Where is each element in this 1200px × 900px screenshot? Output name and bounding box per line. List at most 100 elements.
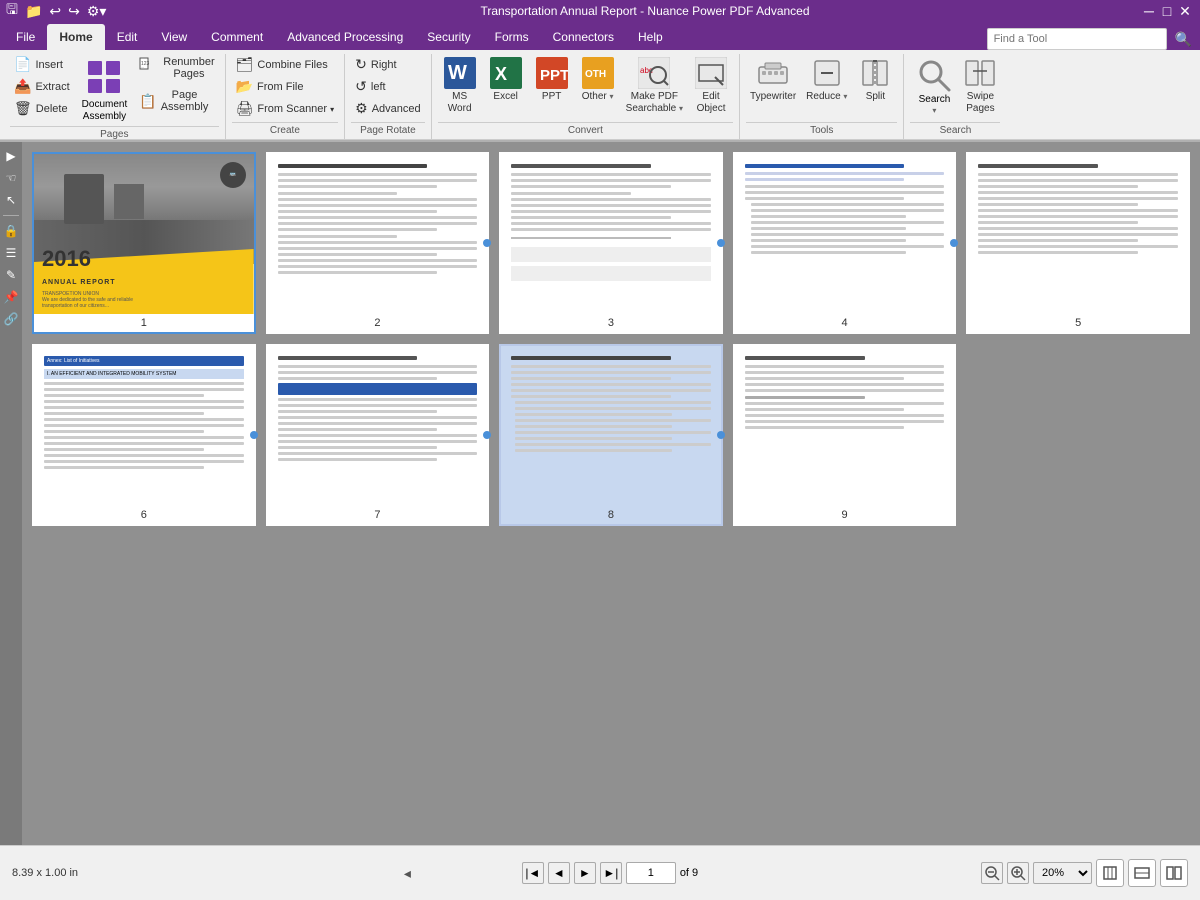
excel-button[interactable]: X Excel <box>484 54 528 106</box>
ms-word-button[interactable]: W MSWord <box>438 54 482 118</box>
excel-icon: X <box>490 57 522 89</box>
tab-security[interactable]: Security <box>415 24 482 50</box>
search-group-label: Search <box>910 122 1000 139</box>
tab-help[interactable]: Help <box>626 24 675 50</box>
main-content-area: 2016 ANNUAL REPORT TRANSPOETION UNIONWe … <box>22 142 1200 845</box>
page-thumb-1[interactable]: 2016 ANNUAL REPORT TRANSPOETION UNIONWe … <box>32 152 256 334</box>
page-navigation: |◄ ◄ ► ►| of 9 <box>417 862 802 884</box>
two-pages-button[interactable] <box>1160 859 1188 887</box>
page-assembly-button[interactable]: 📋 PageAssembly <box>135 87 218 115</box>
split-icon <box>859 57 891 89</box>
minimize-btn[interactable]: ─ <box>1142 4 1156 18</box>
left-tool-hand[interactable]: ☜ <box>1 168 21 188</box>
page-9-visual <box>735 346 955 506</box>
tab-file[interactable]: File <box>4 24 47 50</box>
scanner-icon: 🖨 <box>236 100 254 117</box>
page-thumb-8[interactable]: 8 <box>499 344 723 526</box>
split-button[interactable]: Split <box>853 54 897 106</box>
pages-grid: 2016 ANNUAL REPORT TRANSPOETION UNIONWe … <box>32 152 1190 526</box>
fit-width-button[interactable] <box>1128 859 1156 887</box>
reduce-button[interactable]: Reduce ▾ <box>802 54 851 106</box>
left-tool-link[interactable]: 🔗 <box>1 309 21 329</box>
page-thumb-4[interactable]: 4 <box>733 152 957 334</box>
tab-forms[interactable]: Forms <box>483 24 541 50</box>
ribbon-tabs: File Home Edit View Comment Advanced Pro… <box>0 22 1200 50</box>
from-file-button[interactable]: 📂 From File <box>232 76 339 97</box>
tab-home[interactable]: Home <box>47 24 104 50</box>
left-tool-pin[interactable]: 📌 <box>1 287 21 307</box>
tab-view[interactable]: View <box>149 24 199 50</box>
rotate-left-button[interactable]: ↺ left <box>351 76 425 97</box>
insert-button[interactable]: 📄 Insert <box>10 54 74 75</box>
page-thumb-5[interactable]: 5 <box>966 152 1190 334</box>
page-2-visual <box>268 154 488 314</box>
rotate-advanced-button[interactable]: ⚙ Advanced <box>351 98 425 119</box>
svg-text:PPT: PPT <box>540 67 568 84</box>
ppt-icon: PPT <box>536 57 568 89</box>
undo-icon[interactable]: ↩ <box>47 2 63 21</box>
search-button[interactable]: Search ▾ <box>910 54 958 118</box>
typewriter-button[interactable]: Typewriter <box>746 54 800 106</box>
renumber-pages-button[interactable]: 123 — RenumberPages <box>135 54 218 82</box>
search-icon <box>916 57 952 93</box>
page-number-input[interactable] <box>626 862 676 884</box>
zoom-dropdown[interactable]: 10% 15% 20% 25% 50% 75% 100% <box>1033 862 1092 884</box>
zoom-in-icon <box>1010 865 1026 881</box>
open-icon[interactable]: 📁 <box>23 2 44 21</box>
swipe-pages-button[interactable]: SwipePages <box>960 54 1000 118</box>
tab-connectors[interactable]: Connectors <box>541 24 626 50</box>
save-icon[interactable]: 🖫 <box>4 0 20 24</box>
edit-object-button[interactable]: EditObject <box>689 54 733 118</box>
doc-assembly-button[interactable]: DocumentAssembly <box>76 54 134 126</box>
maximize-btn[interactable]: □ <box>1160 4 1174 18</box>
page-thumb-9[interactable]: 9 <box>733 344 957 526</box>
page-8-content <box>501 346 721 506</box>
tab-edit[interactable]: Edit <box>105 24 150 50</box>
left-tool-pen[interactable]: ✎ <box>1 265 21 285</box>
page-3-content <box>501 154 721 314</box>
left-tool-select[interactable]: ↖ <box>1 190 21 210</box>
page-thumb-7[interactable]: 7 <box>266 344 490 526</box>
cover-year: 2016 <box>42 246 91 272</box>
find-tool-input[interactable] <box>987 28 1167 50</box>
customize-icon[interactable]: ⚙▾ <box>85 2 109 21</box>
svg-text:X: X <box>495 64 507 84</box>
page-thumb-6[interactable]: Annex: List of Initiatives I. AN EFFICIE… <box>32 344 256 526</box>
cover-badge: 🚌 <box>220 162 246 188</box>
ribbon-group-page-rotate: ↻ Right ↺ left ⚙ Advanced Page Rotate <box>345 54 432 139</box>
close-btn[interactable]: ✕ <box>1178 4 1192 18</box>
page-thumb-3[interactable]: 3 <box>499 152 723 334</box>
left-tool-lock[interactable]: 🔒 <box>1 221 21 241</box>
redo-icon[interactable]: ↪ <box>66 2 82 21</box>
extract-button[interactable]: 📤 Extract <box>10 76 74 97</box>
tab-advanced[interactable]: Advanced Processing <box>275 24 415 50</box>
page-5-visual <box>968 154 1188 314</box>
ribbon-group-search: Search ▾ SwipePages Search <box>904 54 1006 139</box>
fit-page-button[interactable] <box>1096 859 1124 887</box>
delete-button[interactable]: 🗑 Delete <box>10 98 74 119</box>
page-5-number: 5 <box>968 314 1188 332</box>
page-4-number: 4 <box>735 314 955 332</box>
page-thumb-2[interactable]: 2 <box>266 152 490 334</box>
make-pdf-searchable-button[interactable]: abc Make PDFSearchable ▾ <box>622 54 687 118</box>
window-controls[interactable]: ─ □ ✕ <box>1142 4 1192 18</box>
convert-group-label: Convert <box>438 122 733 139</box>
rotate-right-button[interactable]: ↻ Right <box>351 54 425 75</box>
left-tool-arrow[interactable]: ▶ <box>1 146 21 166</box>
left-tool-menu[interactable]: ☰ <box>1 243 21 263</box>
tab-comment[interactable]: Comment <box>199 24 275 50</box>
ppt-button[interactable]: PPT PPT <box>530 54 574 106</box>
other-button[interactable]: OTH Other ▾ <box>576 54 620 106</box>
last-page-button[interactable]: ►| <box>600 862 622 884</box>
zoom-out-icon <box>984 865 1000 881</box>
ribbon-group-create: 🗂 Combine Files 📂 From File 🖨 From Scann… <box>226 54 346 139</box>
zoom-out-button[interactable] <box>981 862 1003 884</box>
first-page-button[interactable]: |◄ <box>522 862 544 884</box>
combine-files-button[interactable]: 🗂 Combine Files <box>232 54 339 75</box>
zoom-in-button[interactable] <box>1007 862 1029 884</box>
rotate-right-icon: ↻ <box>355 56 367 73</box>
next-page-button[interactable]: ► <box>574 862 596 884</box>
expand-chevron[interactable]: ◂ <box>404 865 411 882</box>
prev-page-button[interactable]: ◄ <box>548 862 570 884</box>
from-scanner-button[interactable]: 🖨 From Scanner ▾ <box>232 98 339 119</box>
